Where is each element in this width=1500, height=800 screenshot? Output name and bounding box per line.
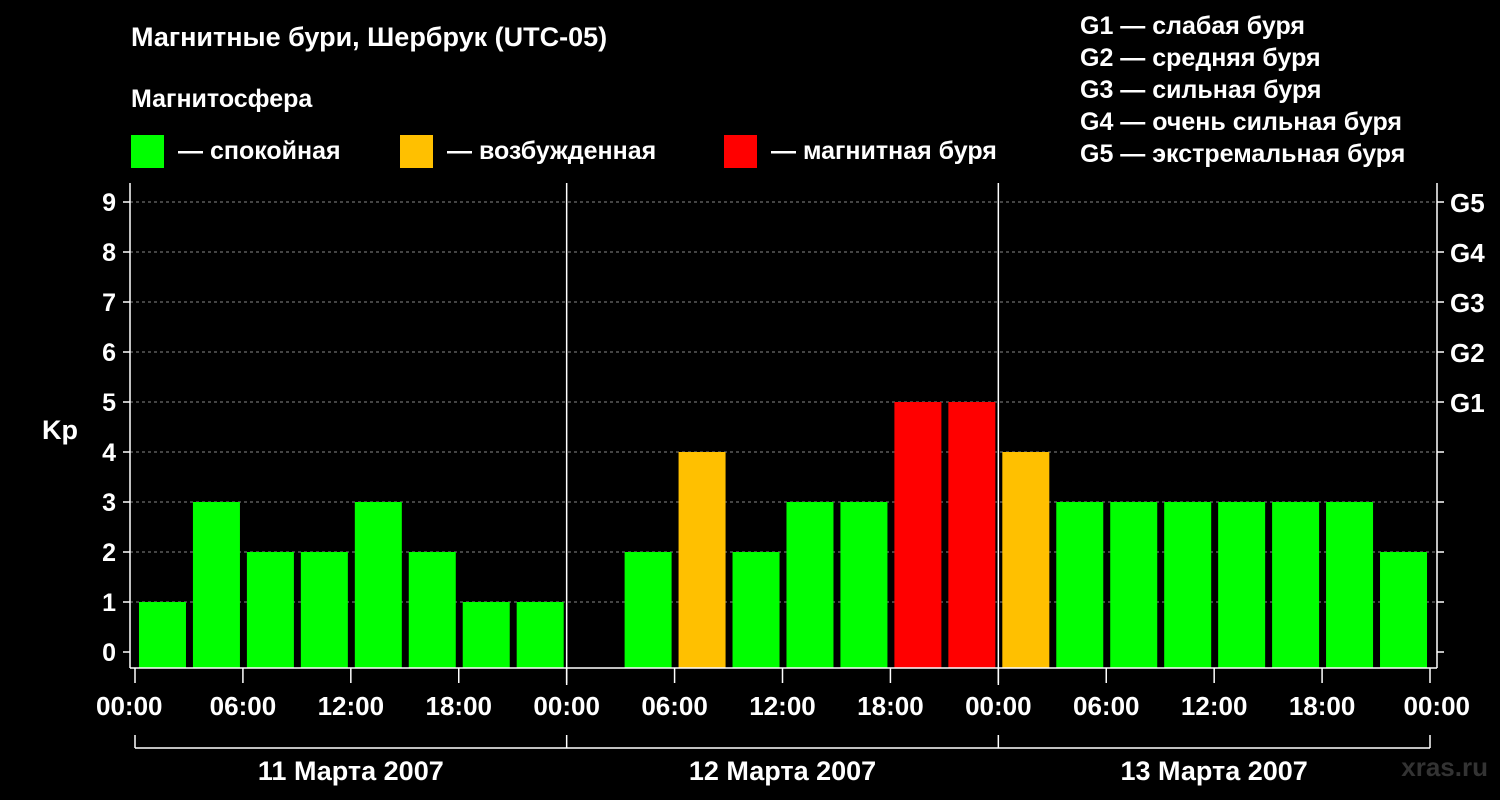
bar — [462, 602, 510, 668]
x-tick-label: 12:00 — [749, 691, 816, 721]
day-label: 13 Марта 2007 — [1121, 756, 1308, 786]
x-tick-label: 18:00 — [426, 691, 493, 721]
bar — [678, 452, 726, 668]
watermark: xras.ru — [1401, 752, 1488, 782]
x-tick-label: 12:00 — [318, 691, 385, 721]
y-tick-label: 9 — [102, 189, 116, 217]
storm-level-label: G5 — [1450, 188, 1485, 218]
y-tick-label: 4 — [102, 439, 116, 467]
x-tick-label: 06:00 — [1073, 691, 1140, 721]
bar — [246, 552, 294, 668]
x-tick-label: 12:00 — [1181, 691, 1248, 721]
x-tick-label: 06:00 — [210, 691, 277, 721]
bar — [732, 552, 780, 668]
y-tick-label: 7 — [102, 289, 116, 317]
bar — [840, 502, 888, 668]
bar — [192, 502, 240, 668]
bar — [138, 602, 186, 668]
y-tick-label: 1 — [102, 589, 116, 617]
storm-level-label: G3 — [1450, 288, 1485, 318]
y-axis-label: Kp — [42, 415, 78, 445]
x-tick-label: 00:00 — [1404, 691, 1471, 721]
bar — [1056, 502, 1104, 668]
x-tick-label: 06:00 — [641, 691, 708, 721]
day-label: 11 Марта 2007 — [258, 756, 444, 786]
x-tick-label: 00:00 — [965, 691, 1032, 721]
bar — [948, 402, 996, 668]
day-label: 12 Марта 2007 — [689, 756, 876, 786]
bar — [1002, 452, 1050, 668]
bar — [1326, 502, 1374, 668]
bar — [1218, 502, 1266, 668]
bar — [408, 552, 456, 668]
x-tick-label: 18:00 — [1289, 691, 1356, 721]
x-tick-label: 00:00 — [96, 691, 163, 721]
storm-level-label: G1 — [1450, 388, 1485, 418]
bar — [1272, 502, 1320, 668]
bar — [354, 502, 402, 668]
bar — [300, 552, 348, 668]
y-tick-label: 0 — [102, 639, 116, 667]
storm-level-label: G2 — [1450, 338, 1485, 368]
y-tick-label: 3 — [102, 489, 116, 517]
bar — [1110, 502, 1158, 668]
y-tick-label: 5 — [102, 389, 116, 417]
bar — [1164, 502, 1212, 668]
x-tick-label: 18:00 — [857, 691, 924, 721]
bar — [624, 552, 672, 668]
bar — [894, 402, 942, 668]
y-tick-label: 2 — [102, 539, 116, 567]
y-tick-label: 8 — [102, 239, 116, 267]
storm-level-label: G4 — [1450, 238, 1485, 268]
x-tick-label: 00:00 — [533, 691, 600, 721]
bar — [1380, 552, 1428, 668]
bar — [786, 502, 834, 668]
y-tick-label: 6 — [102, 339, 116, 367]
bar — [516, 602, 564, 668]
kp-bar-chart: 0 1 2 3 4 5 6 7 8 9 G1 G2 G3 G4 G5 Kp 00:00 06:00 12:00 18:… — [42, 183, 1485, 786]
